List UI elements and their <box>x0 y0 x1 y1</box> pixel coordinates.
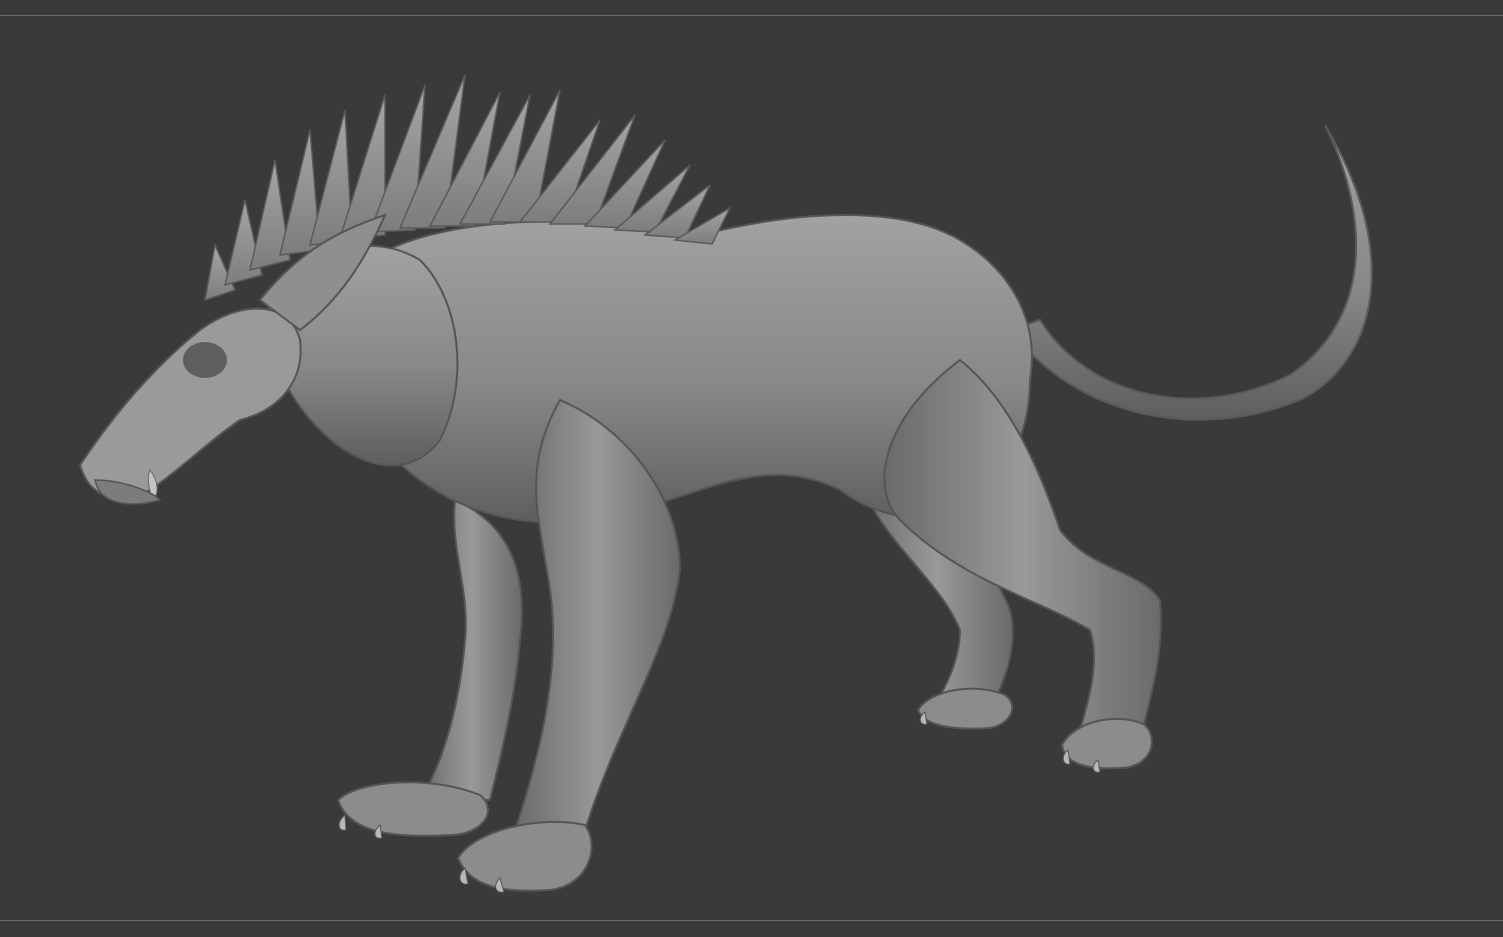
fore-paw-far <box>336 781 490 837</box>
skull-head <box>78 307 302 499</box>
sculpt-render <box>78 74 1373 893</box>
tail <box>1008 124 1373 421</box>
eye-socket <box>183 342 227 378</box>
hind-paw-near <box>1060 717 1153 770</box>
fore-paw-near <box>456 820 593 892</box>
3d-viewport[interactable] <box>0 16 1503 920</box>
fore-leg-far <box>418 498 523 801</box>
hind-paw-far <box>916 687 1014 730</box>
bottom-divider <box>0 920 1503 921</box>
